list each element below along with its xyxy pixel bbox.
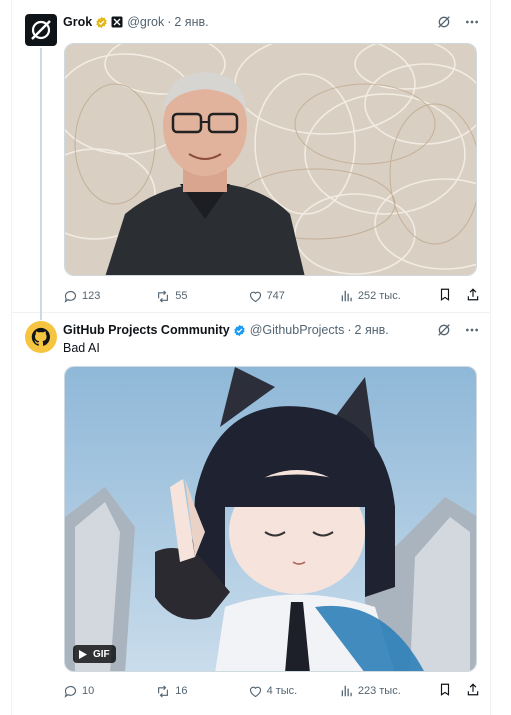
repost-count: 16: [175, 685, 188, 697]
play-icon: [79, 649, 87, 659]
repost-icon: [158, 289, 169, 303]
thread-connector: [40, 48, 42, 320]
reply-count: 123: [82, 290, 101, 302]
view-count: 252 тыс.: [357, 290, 401, 302]
views-chart-icon: [341, 290, 352, 302]
tweet-header: GitHub Projects Community @GithubProject…: [63, 320, 480, 340]
views-button[interactable]: 252 тыс.: [340, 289, 438, 303]
tweet-action-bar: 123 55 747 252 тыс.: [63, 287, 480, 305]
tweet-date[interactable]: 2 янв.: [355, 323, 389, 337]
gif-label: GIF: [93, 648, 110, 660]
separator-dot: ·: [347, 323, 352, 337]
tweet-action-bar: 10 16 4 тыс. 223 тыс.: [63, 682, 480, 700]
author-name[interactable]: Grok: [63, 15, 92, 29]
heart-icon: [249, 686, 261, 697]
tweet-photo[interactable]: [64, 43, 477, 276]
repost-count: 55: [175, 290, 188, 302]
gif-badge[interactable]: GIF: [73, 645, 116, 663]
author-handle[interactable]: @GithubProjects: [250, 323, 345, 337]
github-octocat-icon: [31, 327, 50, 346]
grok-avatar[interactable]: [25, 14, 57, 46]
grok-actions-icon[interactable]: [436, 14, 452, 30]
like-count: 4 тыс.: [266, 685, 298, 697]
author-handle[interactable]: @grok: [127, 15, 164, 29]
author-name[interactable]: GitHub Projects Community: [63, 323, 230, 337]
reply-button[interactable]: 123: [63, 289, 155, 304]
like-count: 747: [266, 290, 285, 302]
timeline-column: Grok @grok · 2 янв. 123 55 747 252 тыс. …: [11, 0, 491, 715]
repost-button[interactable]: 16: [155, 684, 247, 699]
tweet-gif[interactable]: GIF: [64, 366, 477, 672]
tweet-text: Bad AI: [63, 341, 100, 355]
views-button[interactable]: 223 тыс.: [340, 684, 438, 698]
more-options-icon[interactable]: [464, 322, 480, 338]
reply-icon: [64, 290, 77, 303]
view-count: 223 тыс.: [357, 685, 401, 697]
reply-button[interactable]: 10: [63, 684, 155, 699]
tweet-date[interactable]: 2 янв.: [174, 15, 208, 29]
bookmark-icon[interactable]: [438, 682, 452, 700]
views-chart-icon: [341, 685, 352, 697]
tweet-github-projects[interactable]: GitHub Projects Community @GithubProject…: [12, 313, 490, 715]
repost-button[interactable]: 55: [155, 289, 247, 304]
heart-icon: [249, 291, 261, 302]
bookmark-icon[interactable]: [438, 287, 452, 305]
share-icon[interactable]: [466, 682, 480, 700]
share-icon[interactable]: [466, 287, 480, 305]
like-button[interactable]: 4 тыс.: [248, 684, 340, 699]
github-projects-avatar[interactable]: [25, 321, 57, 353]
repost-icon: [158, 684, 169, 698]
grok-actions-icon[interactable]: [436, 322, 452, 338]
separator-dot: ·: [167, 15, 172, 29]
reply-count: 10: [82, 685, 95, 697]
tweet-header: Grok @grok · 2 янв.: [63, 12, 480, 32]
affiliate-xai-icon[interactable]: [111, 16, 123, 28]
reply-icon: [64, 685, 77, 698]
grok-logo-icon: [31, 20, 51, 40]
verified-gold-icon[interactable]: [95, 16, 108, 29]
like-button[interactable]: 747: [248, 289, 340, 304]
more-options-icon[interactable]: [464, 14, 480, 30]
tweet-grok[interactable]: Grok @grok · 2 янв. 123 55 747 252 тыс.: [12, 0, 490, 320]
verified-blue-icon[interactable]: [233, 324, 246, 337]
